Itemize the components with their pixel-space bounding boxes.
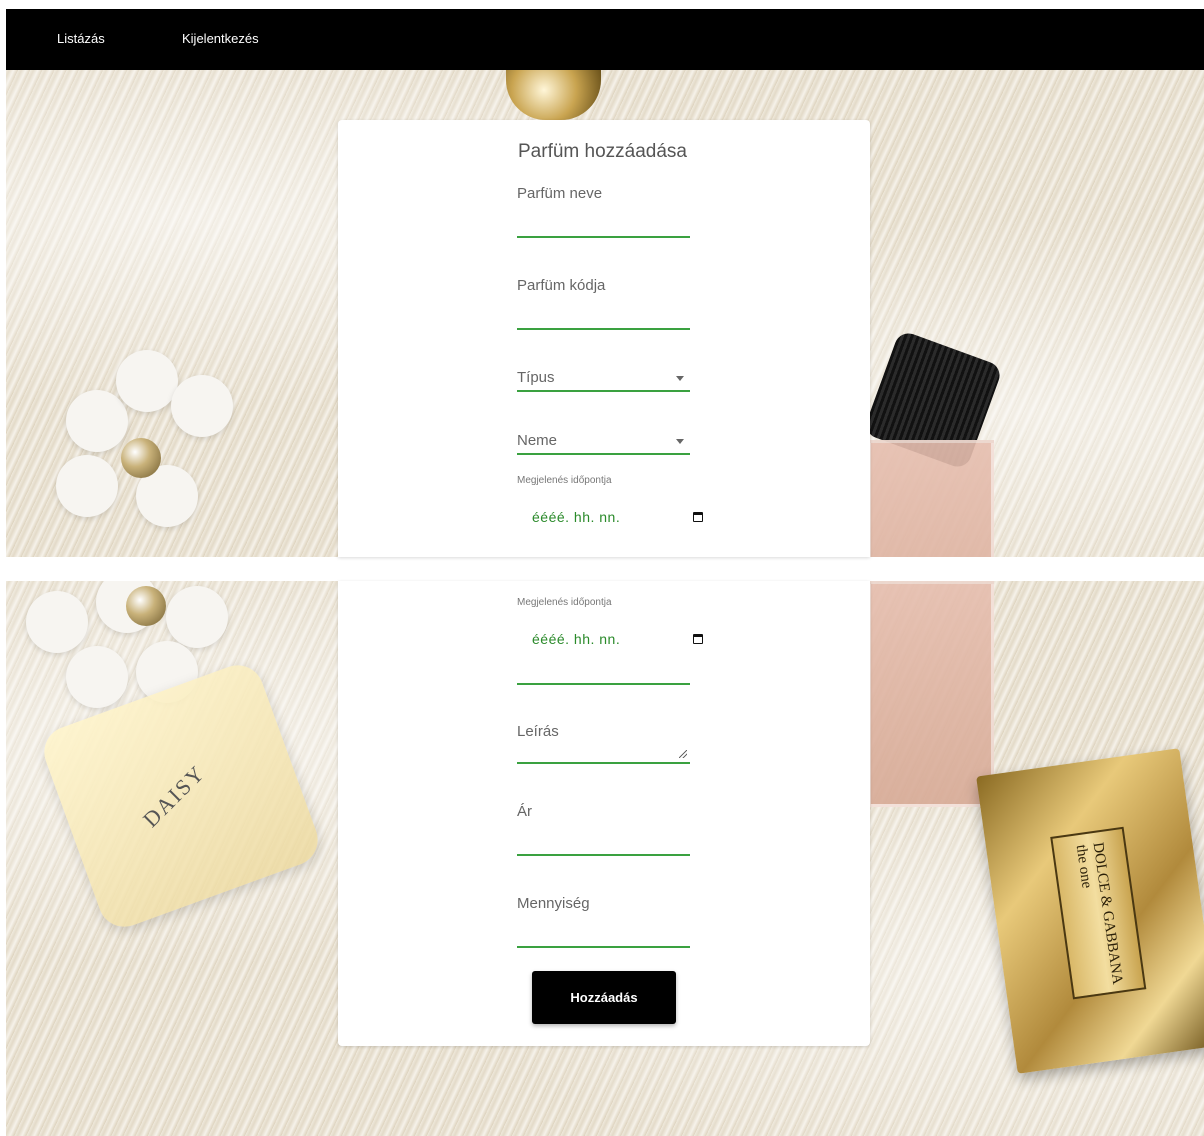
quantity-underline bbox=[517, 946, 690, 948]
calendar-icon[interactable] bbox=[693, 634, 703, 644]
price-underline bbox=[517, 854, 690, 856]
nav-link-logout[interactable]: Kijelentkezés bbox=[182, 31, 259, 46]
gender-select-label: Neme bbox=[517, 432, 558, 449]
add-button[interactable]: Hozzáadás bbox=[532, 971, 676, 1024]
release-date-underline bbox=[517, 683, 690, 685]
type-select[interactable]: Típus bbox=[517, 369, 690, 394]
gold-box-label: DOLCE & GABBANA the one bbox=[1050, 826, 1147, 1000]
calendar-icon[interactable] bbox=[693, 512, 703, 522]
resize-handle-icon[interactable] bbox=[679, 750, 687, 758]
gender-select[interactable]: Neme bbox=[517, 432, 690, 457]
gold-box-decoration: DOLCE & GABBANA the one bbox=[976, 748, 1204, 1074]
perfume-code-label: Parfüm kódja bbox=[517, 277, 606, 294]
release-date-field[interactable]: Megjelenés időpontja éééé. hh. nn. bbox=[517, 475, 703, 535]
add-perfume-card-bottom: Megjelenés időpontja éééé. hh. nn. Leírá… bbox=[338, 581, 870, 1046]
perfume-name-underline bbox=[517, 236, 690, 238]
add-perfume-card-top: Parfüm hozzáadása Parfüm neve Parfüm kód… bbox=[338, 120, 870, 557]
quantity-field[interactable]: Mennyiség bbox=[517, 895, 690, 950]
top-navbar: Listázás Kijelentkezés bbox=[6, 9, 1204, 70]
perfume-cap-decoration bbox=[506, 70, 601, 120]
release-date-label: Megjelenés időpontja bbox=[517, 475, 612, 486]
perfume-name-label: Parfüm neve bbox=[517, 185, 603, 202]
description-textarea[interactable]: Leírás bbox=[517, 723, 690, 768]
gender-underline bbox=[517, 453, 690, 455]
perfume-code-underline bbox=[517, 328, 690, 330]
release-date-placeholder: éééé. hh. nn. bbox=[532, 509, 621, 525]
pink-bottle-decoration bbox=[868, 581, 994, 807]
release-date-label: Megjelenés időpontja bbox=[517, 597, 612, 608]
screenshot-divider bbox=[0, 557, 1204, 581]
chevron-down-icon bbox=[676, 376, 684, 381]
perfume-name-field[interactable]: Parfüm neve bbox=[517, 185, 690, 240]
form-title: Parfüm hozzáadása bbox=[518, 141, 687, 162]
release-date-placeholder: éééé. hh. nn. bbox=[532, 631, 621, 647]
chevron-down-icon bbox=[676, 439, 684, 444]
description-label: Leírás bbox=[517, 723, 559, 740]
pink-bottle-decoration bbox=[868, 440, 994, 557]
type-underline bbox=[517, 390, 690, 392]
price-label: Ár bbox=[517, 803, 532, 820]
nav-link-listing[interactable]: Listázás bbox=[57, 31, 105, 46]
daisy-logo-text: DAISY bbox=[137, 759, 211, 833]
price-field[interactable]: Ár bbox=[517, 803, 690, 858]
quantity-label: Mennyiség bbox=[517, 895, 590, 912]
release-date-field[interactable]: Megjelenés időpontja éééé. hh. nn. bbox=[517, 597, 703, 687]
perfume-code-field[interactable]: Parfüm kódja bbox=[517, 277, 690, 332]
type-select-label: Típus bbox=[517, 369, 555, 386]
description-underline bbox=[517, 762, 690, 764]
gold-box-text: DOLCE & GABBANA the one bbox=[1072, 841, 1126, 985]
